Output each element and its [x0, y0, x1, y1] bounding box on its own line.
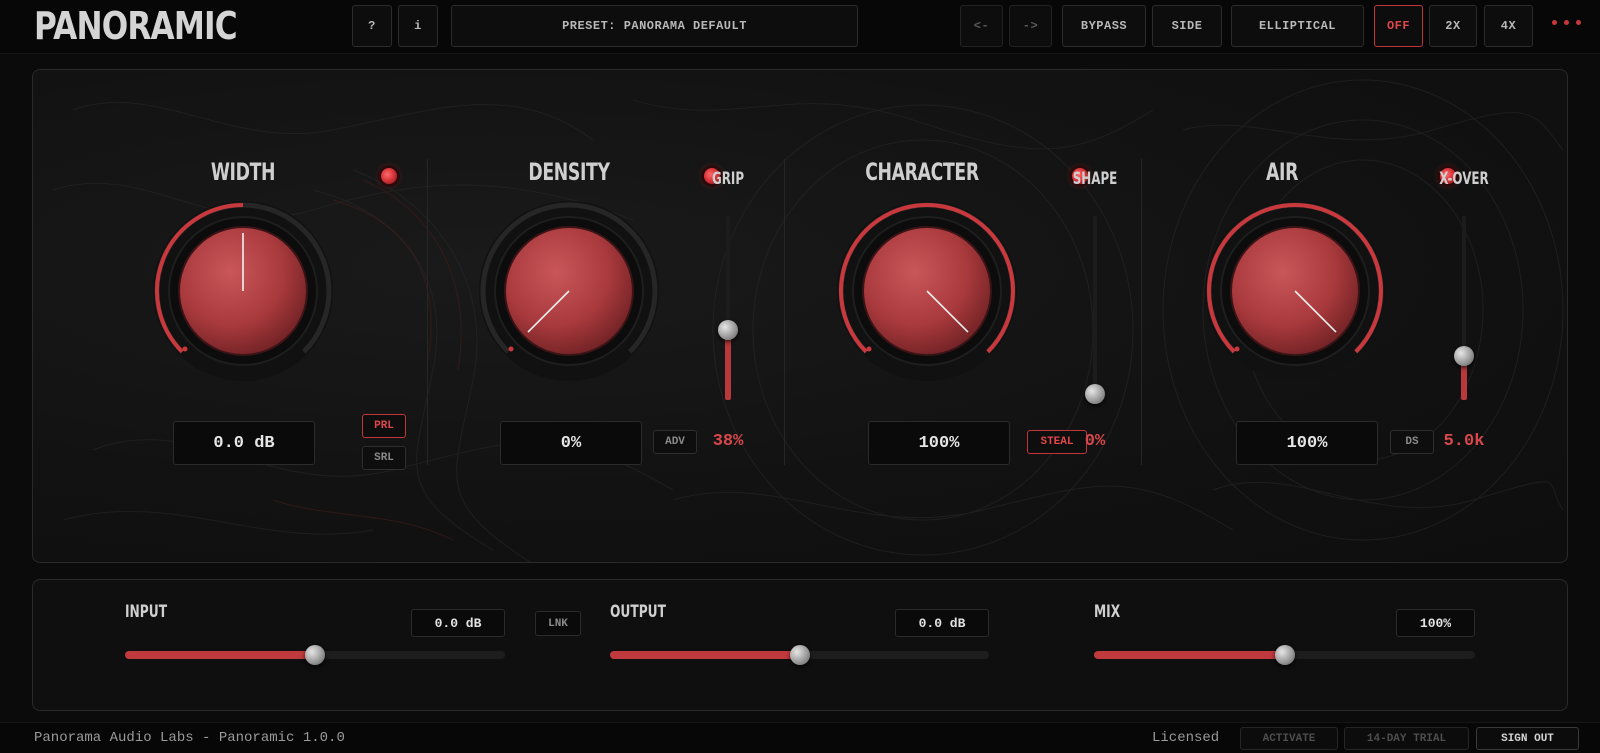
next-preset-button[interactable]: -> — [1009, 5, 1052, 47]
link-button[interactable]: LNK — [535, 611, 581, 636]
bypass-button[interactable]: BYPASS — [1062, 5, 1146, 47]
density-title: DENSITY — [528, 158, 610, 186]
character-knob[interactable] — [832, 196, 1022, 386]
sign-out-button[interactable]: SIGN OUT — [1476, 727, 1579, 750]
input-slider-thumb[interactable] — [305, 645, 325, 665]
input-slider[interactable] — [125, 645, 505, 665]
prl-button[interactable]: PRL — [362, 414, 406, 438]
more-dots-icon[interactable] — [1552, 20, 1581, 25]
info-button[interactable]: i — [398, 5, 438, 47]
mix-slider[interactable] — [1094, 645, 1475, 665]
io-panel: INPUT 0.0 dB LNK OUTPUT 0.0 dB MIX 100% — [32, 579, 1568, 711]
output-label: OUTPUT — [610, 602, 666, 622]
knob-min-marker — [1234, 346, 1240, 352]
divider — [784, 159, 785, 465]
top-bar: PANORAMIC ? i PRESET: PANORAMA DEFAULT <… — [0, 0, 1600, 54]
air-knob[interactable] — [1200, 196, 1390, 386]
oversampling-off-button[interactable]: OFF — [1374, 5, 1423, 47]
activate-button[interactable]: ACTIVATE — [1240, 727, 1338, 750]
product-version: Panorama Audio Labs - Panoramic 1.0.0 — [34, 730, 345, 746]
side-button[interactable]: SIDE — [1152, 5, 1222, 47]
divider — [1141, 159, 1142, 465]
footer: Panorama Audio Labs - Panoramic 1.0.0 Li… — [0, 722, 1600, 753]
air-value[interactable]: 100% — [1236, 421, 1378, 465]
grip-value: 38% — [712, 432, 744, 451]
app-logo: PANORAMIC — [34, 4, 238, 48]
input-value[interactable]: 0.0 dB — [411, 609, 505, 637]
character-value[interactable]: 100% — [868, 421, 1010, 465]
shape-title: SHAPE — [1072, 169, 1118, 189]
shape-slider-thumb[interactable] — [1085, 384, 1105, 404]
output-slider-thumb[interactable] — [789, 645, 810, 665]
trial-button[interactable]: 14-DAY TRIAL — [1344, 727, 1469, 750]
preset-selector[interactable]: PRESET: PANORAMA DEFAULT — [451, 5, 858, 47]
width-title: WIDTH — [210, 158, 276, 186]
knob-min-marker — [182, 346, 188, 352]
shape-slider[interactable] — [1085, 216, 1105, 404]
knob-min-marker — [508, 346, 514, 352]
processing-panel: WIDTH 0.0 dB PRL SRL DENSITY 0% ADV GRIP… — [32, 69, 1568, 563]
mix-label: MIX — [1094, 602, 1121, 622]
grip-slider-thumb[interactable] — [718, 320, 738, 341]
shape-value: 0% — [1084, 432, 1106, 451]
grip-slider[interactable] — [718, 216, 738, 400]
mix-slider-thumb[interactable] — [1274, 645, 1295, 665]
density-knob[interactable] — [474, 196, 664, 386]
output-slider[interactable] — [610, 645, 989, 665]
help-button[interactable]: ? — [352, 5, 392, 47]
srl-button[interactable]: SRL — [362, 446, 406, 470]
divider — [427, 159, 428, 465]
grip-title: GRIP — [711, 169, 745, 189]
xover-value: 5.0k — [1443, 432, 1485, 451]
xover-title: X-OVER — [1439, 169, 1489, 189]
prev-preset-button[interactable]: <- — [960, 5, 1003, 47]
mode-button[interactable]: ELLIPTICAL — [1231, 5, 1364, 47]
oversampling-2x-button[interactable]: 2X — [1429, 5, 1477, 47]
knob-min-marker — [866, 346, 872, 352]
width-value[interactable]: 0.0 dB — [173, 421, 315, 465]
xover-slider[interactable] — [1454, 216, 1474, 400]
air-title: AIR — [1265, 158, 1299, 186]
output-value[interactable]: 0.0 dB — [895, 609, 989, 637]
width-knob[interactable] — [148, 196, 338, 386]
width-enable-led[interactable] — [381, 168, 397, 184]
license-status: Licensed — [1152, 730, 1220, 746]
input-label: INPUT — [125, 602, 168, 622]
xover-slider-thumb[interactable] — [1454, 345, 1474, 366]
mix-value[interactable]: 100% — [1396, 609, 1475, 637]
oversampling-4x-button[interactable]: 4X — [1484, 5, 1533, 47]
density-value[interactable]: 0% — [500, 421, 642, 465]
character-title: CHARACTER — [865, 158, 979, 186]
